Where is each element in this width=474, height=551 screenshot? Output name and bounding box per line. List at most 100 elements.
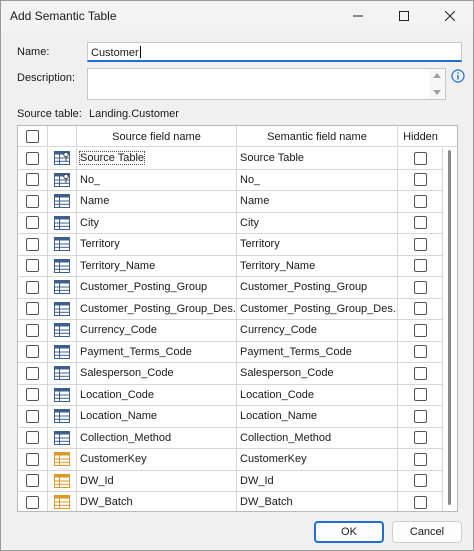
source-field-header[interactable]: Source field name [77,126,237,147]
row-checkbox[interactable] [26,495,39,509]
semantic-field-cell[interactable]: DW_Batch [237,492,398,511]
row-checkbox[interactable] [26,259,39,273]
close-button[interactable] [427,1,473,31]
semantic-field-cell[interactable]: Source Table [237,148,398,170]
semantic-field-cell[interactable]: Salesperson_Code [237,363,398,385]
row-checkbox[interactable] [26,474,39,488]
hidden-checkbox[interactable] [413,431,427,445]
source-field-cell[interactable]: Customer_Posting_Group [77,277,237,299]
table-row[interactable]: Salesperson_Code Salesperson_Code [18,363,443,385]
semantic-field-cell[interactable]: Collection_Method [237,427,398,449]
table-row[interactable]: Customer_Posting_Group Customer_Posting_G… [18,277,443,299]
semantic-field-cell[interactable]: CustomerKey [237,449,398,471]
hidden-checkbox[interactable] [413,151,427,165]
table-row[interactable]: Location_Name Location_Name [18,406,443,428]
semantic-field-cell[interactable]: Territory [237,234,398,256]
hidden-checkbox[interactable] [413,280,427,294]
semantic-field-cell[interactable]: DW_Id [237,470,398,492]
table-row[interactable]: Payment_Terms_Code Payment_Terms_Code [18,341,443,363]
row-checkbox[interactable] [26,280,39,294]
semantic-field-cell[interactable]: Name [237,191,398,213]
row-checkbox[interactable] [26,345,39,359]
source-field-cell[interactable]: Location_Code [77,384,237,406]
semantic-field-cell[interactable]: Customer_Posting_Group_Des... [237,298,398,320]
hidden-checkbox[interactable] [413,345,427,359]
source-field-cell[interactable]: City [77,212,237,234]
minimize-button[interactable] [335,1,381,31]
source-field-cell[interactable]: Payment_Terms_Code [77,341,237,363]
source-field-cell[interactable]: Territory_Name [77,255,237,277]
hidden-checkbox[interactable] [413,474,427,488]
description-scrollbar[interactable] [429,69,445,99]
cancel-button[interactable]: Cancel [392,521,462,543]
ok-button[interactable]: OK [314,521,384,543]
table-row[interactable]: Location_Code Location_Code [18,384,443,406]
description-input[interactable] [87,68,446,100]
hidden-checkbox[interactable] [413,302,427,316]
row-checkbox[interactable] [26,216,39,230]
source-field-cell[interactable]: Source Table [77,148,237,170]
table-row[interactable]: Source Table Source Table [18,148,443,170]
table-row[interactable]: No_ No_ [18,169,443,191]
grid-scrollbar[interactable] [443,148,457,511]
row-checkbox[interactable] [26,151,39,165]
row-checkbox[interactable] [26,366,39,380]
hidden-header[interactable]: Hidden [398,126,443,147]
semantic-field-cell[interactable]: Currency_Code [237,320,398,342]
row-checkbox[interactable] [26,431,39,445]
table-row[interactable]: Territory_Name Territory_Name [18,255,443,277]
table-row[interactable]: DW_Id DW_Id [18,470,443,492]
source-field-cell[interactable]: DW_Batch [77,492,237,511]
table-row[interactable]: Customer_Posting_Group_Des... Customer_Po… [18,298,443,320]
scrollbar-thumb[interactable] [448,150,451,505]
row-checkbox[interactable] [26,237,39,251]
hidden-checkbox[interactable] [413,237,427,251]
name-input[interactable]: Customer [87,42,462,62]
source-field-cell[interactable]: Location_Name [77,406,237,428]
table-row[interactable]: DW_Batch DW_Batch [18,492,443,511]
table-row[interactable]: Currency_Code Currency_Code [18,320,443,342]
hidden-checkbox[interactable] [413,495,427,509]
source-field-cell[interactable]: Collection_Method [77,427,237,449]
semantic-field-cell[interactable]: City [237,212,398,234]
row-checkbox[interactable] [26,409,39,423]
table-row[interactable]: City City [18,212,443,234]
hidden-checkbox[interactable] [413,388,427,402]
source-field-cell[interactable]: Salesperson_Code [77,363,237,385]
table-row[interactable]: Territory Territory [18,234,443,256]
hidden-checkbox[interactable] [413,409,427,423]
table-row[interactable]: Collection_Method Collection_Method [18,427,443,449]
source-field-cell[interactable]: Customer_Posting_Group_Des... [77,298,237,320]
hidden-checkbox[interactable] [413,259,427,273]
row-checkbox[interactable] [26,173,39,187]
semantic-field-cell[interactable]: Payment_Terms_Code [237,341,398,363]
info-icon[interactable] [451,69,465,83]
source-field-cell[interactable]: CustomerKey [77,449,237,471]
hidden-checkbox[interactable] [413,323,427,337]
select-all-checkbox[interactable] [26,130,39,143]
table-row[interactable]: Name Name [18,191,443,213]
semantic-field-cell[interactable]: Territory_Name [237,255,398,277]
row-checkbox[interactable] [26,302,39,316]
hidden-checkbox[interactable] [413,194,427,208]
hidden-checkbox[interactable] [413,366,427,380]
semantic-field-cell[interactable]: Location_Name [237,406,398,428]
row-checkbox[interactable] [26,452,39,466]
hidden-checkbox[interactable] [413,216,427,230]
semantic-field-cell[interactable]: Customer_Posting_Group [237,277,398,299]
semantic-field-header[interactable]: Semantic field name [237,126,398,147]
maximize-button[interactable] [381,1,427,31]
row-checkbox[interactable] [26,323,39,337]
source-field-cell[interactable]: No_ [77,169,237,191]
hidden-checkbox[interactable] [413,173,427,187]
table-row[interactable]: CustomerKey CustomerKey [18,449,443,471]
row-checkbox[interactable] [26,194,39,208]
source-field-cell[interactable]: Name [77,191,237,213]
source-field-cell[interactable]: DW_Id [77,470,237,492]
semantic-field-cell[interactable]: No_ [237,169,398,191]
source-field-cell[interactable]: Territory [77,234,237,256]
hidden-checkbox[interactable] [413,452,427,466]
semantic-field-cell[interactable]: Location_Code [237,384,398,406]
row-checkbox[interactable] [26,388,39,402]
source-field-cell[interactable]: Currency_Code [77,320,237,342]
